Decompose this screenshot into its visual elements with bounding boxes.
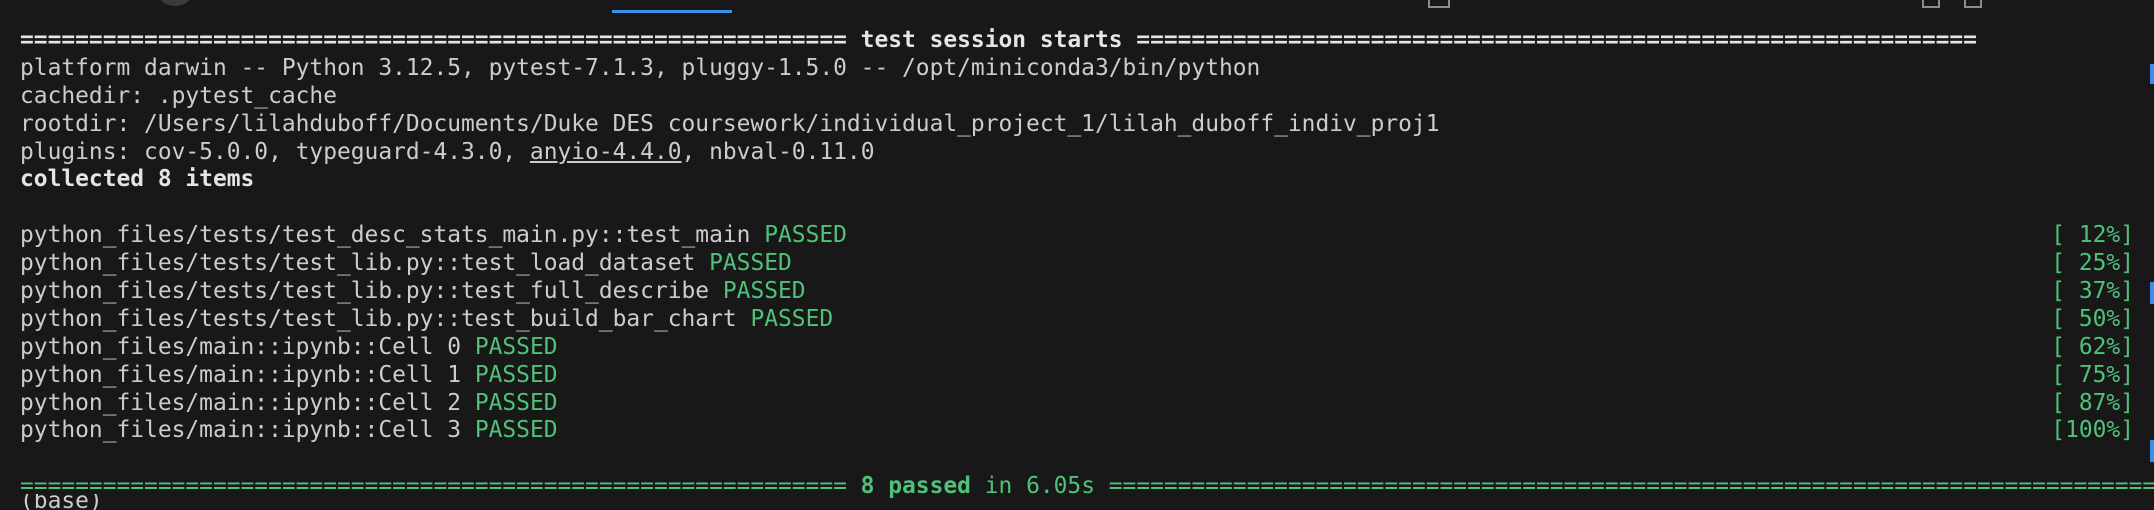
- test-result-row: python_files/tests/test_lib.py::test_bui…: [20, 306, 2154, 334]
- test-status: PASSED: [750, 305, 834, 332]
- test-status: PASSED: [474, 333, 558, 360]
- test-progress: [ 87%]: [2051, 389, 2134, 416]
- checkbox-icon: [1428, 0, 1450, 8]
- test-name: python_files/main::ipynb::Cell 2: [20, 389, 462, 416]
- scrollbar-marker[interactable]: [2150, 282, 2154, 304]
- test-progress: [ 75%]: [2051, 361, 2134, 388]
- session-header-separator: ========================================…: [20, 27, 1977, 53]
- test-status: PASSED: [709, 250, 792, 277]
- test-progress: [ 12%]: [2051, 222, 2134, 249]
- test-name: python_files/tests/test_lib.py::test_loa…: [20, 250, 696, 277]
- test-status: PASSED: [474, 361, 558, 388]
- split-icon: [1922, 0, 1940, 8]
- test-status: PASSED: [474, 417, 558, 444]
- cachedir-line: cachedir: .pytest_cache: [20, 82, 337, 109]
- test-result-row: python_files/tests/test_lib.py::test_loa…: [20, 250, 2154, 278]
- test-name: python_files/tests/test_lib.py::test_bui…: [20, 305, 737, 332]
- terminal-panel[interactable]: ========================================…: [0, 0, 2154, 510]
- scrollbar-marker[interactable]: [2150, 64, 2154, 84]
- test-name: python_files/main::ipynb::Cell 0: [20, 333, 462, 360]
- test-progress: [ 37%]: [2051, 278, 2134, 305]
- prompt-branch: [172, 494, 227, 510]
- test-name: python_files/main::ipynb::Cell 3: [20, 417, 462, 444]
- test-status: PASSED: [722, 278, 806, 305]
- layout-icon: [1964, 0, 1982, 8]
- test-status: PASSED: [474, 389, 558, 416]
- test-result-row: python_files/tests/test_desc_stats_main.…: [20, 222, 2154, 250]
- test-name: python_files/main::ipynb::Cell 1: [20, 361, 462, 388]
- platform-line: platform darwin -- Python 3.12.5, pytest…: [20, 54, 1261, 81]
- rootdir-line: rootdir: /Users/lilahduboff/Documents/Du…: [20, 110, 1440, 137]
- test-result-row: python_files/main::ipynb::Cell 0 PASSED […: [20, 334, 2154, 362]
- test-progress: [ 50%]: [2051, 305, 2134, 332]
- prompt-line-cropped: (base): [0, 494, 2154, 510]
- plugins-line: plugins: cov-5.0.0, typeguard-4.3.0, any…: [20, 139, 2154, 167]
- test-progress: [100%]: [2051, 417, 2134, 444]
- test-progress: [ 62%]: [2051, 333, 2134, 360]
- collected-line: collected 8 items: [20, 166, 255, 193]
- avatar: [158, 0, 192, 6]
- test-result-row: python_files/tests/test_lib.py::test_ful…: [20, 278, 2154, 306]
- test-status: PASSED: [764, 222, 847, 249]
- top-cropped-strip: [0, 0, 2154, 14]
- terminal-output[interactable]: ========================================…: [20, 27, 2154, 501]
- plugin-link[interactable]: anyio-4.4.0: [530, 139, 682, 165]
- active-tab-indicator: [612, 10, 732, 13]
- test-name: python_files/tests/test_lib.py::test_ful…: [20, 278, 710, 305]
- test-result-row: python_files/main::ipynb::Cell 3 PASSED […: [20, 417, 2154, 445]
- test-result-row: python_files/main::ipynb::Cell 1 PASSED […: [20, 362, 2154, 390]
- plugins-prefix: plugins: cov-5.0.0, typeguard-4.3.0,: [20, 138, 530, 165]
- test-result-row: python_files/main::ipynb::Cell 2 PASSED […: [20, 390, 2154, 418]
- prompt-fragment: (base): [20, 494, 117, 510]
- prompt-user: [116, 494, 171, 510]
- test-progress: [ 25%]: [2051, 250, 2134, 277]
- test-name: python_files/tests/test_desc_stats_main.…: [20, 222, 751, 249]
- scrollbar-marker[interactable]: [2150, 440, 2154, 462]
- plugins-suffix: , nbval-0.11.0: [681, 138, 875, 165]
